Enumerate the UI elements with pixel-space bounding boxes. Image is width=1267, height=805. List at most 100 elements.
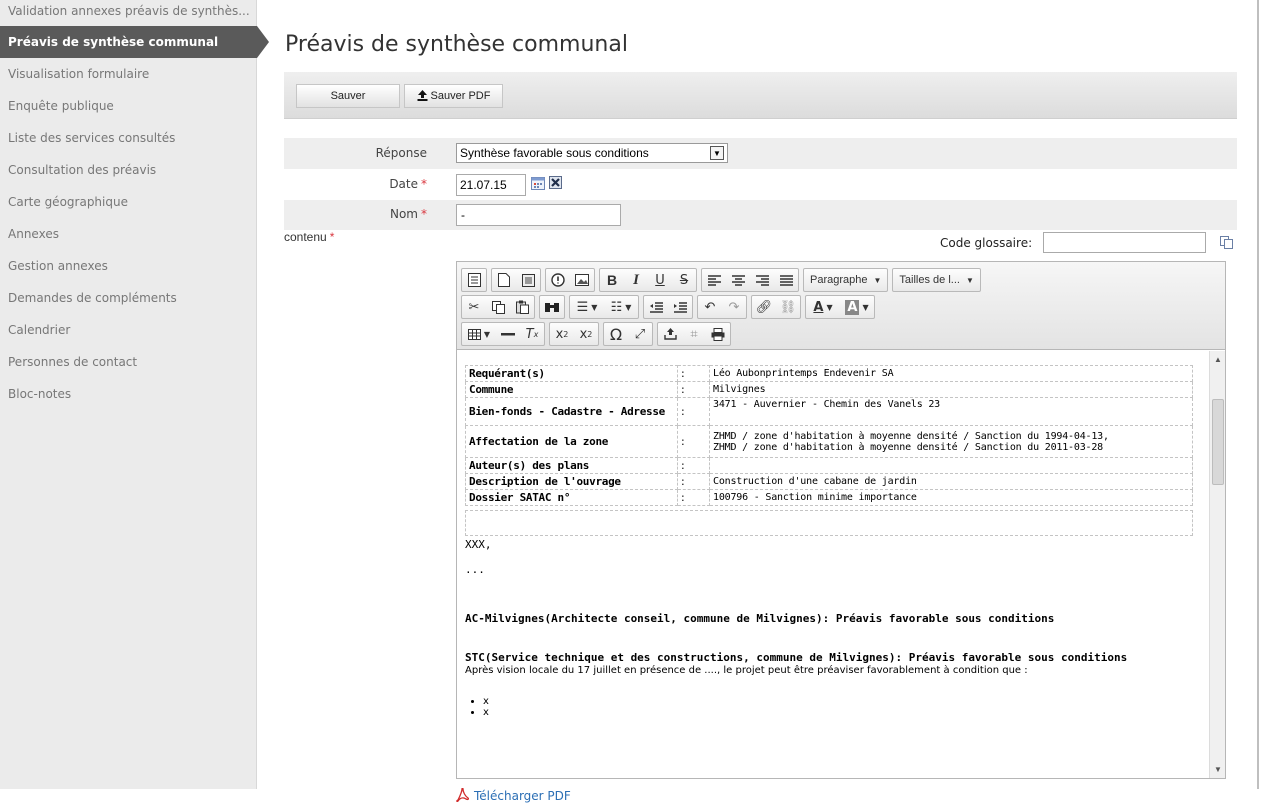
save-button[interactable]: Sauver: [296, 84, 400, 108]
date-label: Date *: [389, 177, 427, 191]
upload-icon[interactable]: [658, 323, 682, 345]
unlink-icon[interactable]: ⛓︎: [776, 296, 800, 318]
new-page-icon[interactable]: [492, 269, 516, 291]
list-item: x: [483, 696, 1201, 707]
link-icon[interactable]: 🔗︎: [752, 296, 776, 318]
ac-preavis-line: AC-Milvignes(Architecte conseil, commune…: [465, 612, 1055, 625]
indent-icon[interactable]: [668, 296, 692, 318]
row-date: Date * 21.07.15: [284, 169, 1237, 200]
source-icon[interactable]: [462, 269, 486, 291]
horizontal-rule-icon[interactable]: [496, 323, 520, 345]
cut-icon[interactable]: ✂: [462, 296, 486, 318]
chevron-down-icon: ▼: [965, 276, 974, 285]
reponse-select[interactable]: Synthèse favorable sous conditions ▼: [456, 143, 728, 163]
image-icon[interactable]: [570, 269, 594, 291]
copy-icon[interactable]: [486, 296, 510, 318]
editor-scrollbar[interactable]: ▲ ▼: [1209, 351, 1225, 778]
date-field[interactable]: 21.07.15: [456, 174, 526, 196]
nom-field[interactable]: -: [456, 204, 621, 226]
list-item: x: [483, 707, 1201, 718]
download-pdf-label: Télécharger PDF: [474, 789, 571, 803]
stc-preavis-line: STC(Service technique et des constructio…: [465, 651, 1128, 664]
superscript-icon[interactable]: x2: [574, 323, 598, 345]
print-icon[interactable]: [706, 323, 730, 345]
scroll-thumb[interactable]: [1212, 399, 1224, 485]
editor-toolbar: B I U S Paragraphe ▼ Tailles de l... ▼ ✂…: [457, 262, 1225, 350]
table-row: Commune: Milvignes: [465, 381, 1193, 398]
copy-icon[interactable]: [1220, 236, 1233, 252]
sidebar-item-gestion-annexes[interactable]: Gestion annexes: [0, 250, 256, 282]
sidebar-item-carte[interactable]: Carte géographique: [0, 186, 256, 218]
page-break-icon[interactable]: ⌗: [682, 323, 706, 345]
strikethrough-icon[interactable]: S: [672, 269, 696, 291]
sidebar: Validation annexes préavis de synthès...…: [0, 0, 269, 789]
bulleted-list-icon[interactable]: ☰ ▼: [570, 296, 604, 318]
sidebar-item-annexes[interactable]: Annexes: [0, 218, 256, 250]
subscript-icon[interactable]: x2: [550, 323, 574, 345]
save-pdf-button[interactable]: Sauver PDF: [404, 84, 503, 108]
upload-icon: [417, 87, 428, 109]
table-row: Dossier SATAC n°:100796 - Sanction minim…: [465, 489, 1193, 506]
align-right-icon[interactable]: [750, 269, 774, 291]
chevron-down-icon[interactable]: ▼: [710, 146, 724, 160]
sidebar-item-demandes[interactable]: Demandes de compléments: [0, 282, 256, 314]
sidebar-item-enquete[interactable]: Enquête publique: [0, 90, 256, 122]
special-char-icon[interactable]: Ω: [604, 323, 628, 345]
rich-text-editor[interactable]: B I U S Paragraphe ▼ Tailles de l... ▼ ✂…: [456, 261, 1226, 779]
align-center-icon[interactable]: [726, 269, 750, 291]
glossaire-input[interactable]: [1043, 232, 1206, 253]
nom-label: Nom *: [389, 207, 427, 221]
paste-icon[interactable]: [510, 296, 534, 318]
undo-icon[interactable]: ↶: [698, 296, 722, 318]
empty-block: [465, 510, 1193, 536]
remove-format-icon[interactable]: Tx: [520, 323, 544, 345]
align-left-icon[interactable]: [702, 269, 726, 291]
scroll-up-icon[interactable]: ▲: [1214, 355, 1222, 364]
numbered-list-icon[interactable]: ☷ ▼: [604, 296, 638, 318]
find-icon[interactable]: [540, 296, 564, 318]
calendar-icon[interactable]: [531, 176, 545, 193]
maximize-icon[interactable]: ⤢: [628, 323, 652, 345]
sidebar-item-visualisation[interactable]: Visualisation formulaire: [0, 58, 256, 90]
sidebar-item-bloc-notes[interactable]: Bloc-notes: [0, 378, 256, 410]
background-color-icon[interactable]: A ▼: [840, 296, 874, 318]
outdent-icon[interactable]: [644, 296, 668, 318]
save-pdf-label: Sauver PDF: [430, 90, 491, 102]
italic-icon[interactable]: I: [624, 269, 648, 291]
sidebar-item-validation-annexes[interactable]: Validation annexes préavis de synthès...: [0, 0, 256, 26]
sidebar-item-calendrier[interactable]: Calendrier: [0, 314, 256, 346]
sidebar-item-services[interactable]: Liste des services consultés: [0, 122, 256, 154]
scroll-down-icon[interactable]: ▼: [1214, 765, 1222, 774]
editor-content[interactable]: Requérant(s): Léo Aubonprintemps Endeveni…: [457, 351, 1209, 778]
bold-icon[interactable]: B: [600, 269, 624, 291]
insert-icon[interactable]: [546, 269, 570, 291]
stc-detail-line: Après vision locale du 17 juillet en pré…: [465, 665, 1028, 676]
redo-icon[interactable]: ↷: [722, 296, 746, 318]
row-contenu: contenu * Code glossaire: B I U S Paragr…: [284, 230, 1237, 803]
form: Réponse Synthèse favorable sous conditio…: [284, 138, 1237, 803]
table-row: Auteur(s) des plans:: [465, 457, 1193, 474]
sidebar-item-consultation[interactable]: Consultation des préavis: [0, 154, 256, 186]
table-row: Requérant(s): Léo Aubonprintemps Endeveni…: [465, 365, 1193, 382]
reponse-label: Réponse: [375, 146, 427, 160]
page-scrollbar[interactable]: [1257, 0, 1259, 789]
page-title: Préavis de synthèse communal: [285, 32, 628, 57]
row-reponse: Réponse Synthèse favorable sous conditio…: [284, 138, 1237, 169]
table-row: Bien-fonds - Cadastre - Adresse:3471 - A…: [465, 397, 1193, 426]
paragraph-format-select[interactable]: Paragraphe ▼: [803, 268, 889, 292]
clear-date-icon[interactable]: [549, 176, 562, 192]
ellipsis-line: ...: [465, 563, 485, 576]
align-justify-icon[interactable]: [774, 269, 798, 291]
reponse-selected-value: Synthèse favorable sous conditions: [460, 146, 649, 160]
salutation-line: XXX,: [465, 538, 492, 551]
font-size-select[interactable]: Tailles de l... ▼: [892, 268, 981, 292]
sidebar-item-contacts[interactable]: Personnes de contact: [0, 346, 256, 378]
row-nom: Nom * -: [284, 200, 1237, 230]
download-pdf-link[interactable]: Télécharger PDF: [456, 787, 571, 805]
table-icon[interactable]: ▼: [462, 323, 496, 345]
underline-icon[interactable]: U: [648, 269, 672, 291]
sidebar-item-preavis-synthese[interactable]: Préavis de synthèse communal: [0, 26, 269, 58]
glossaire-label: Code glossaire:: [940, 236, 1033, 250]
template-icon[interactable]: [516, 269, 540, 291]
text-color-icon[interactable]: A ▼: [806, 296, 840, 318]
